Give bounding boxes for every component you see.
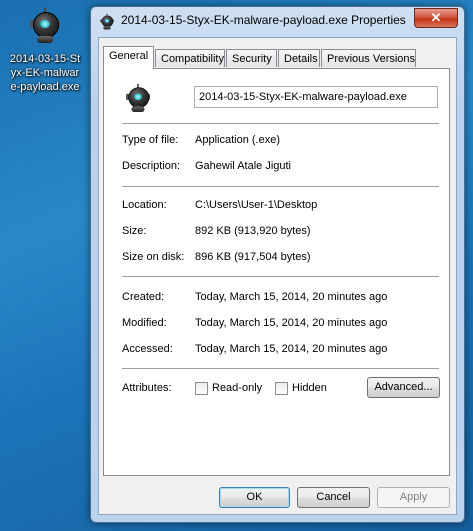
readonly-label[interactable]: Read-only xyxy=(212,382,262,394)
filename-field[interactable] xyxy=(194,86,438,108)
divider xyxy=(122,186,439,187)
accessed-label: Accessed: xyxy=(122,343,173,355)
size-on-disk-value: 896 KB (917,504 bytes) xyxy=(195,251,311,263)
cancel-button[interactable]: Cancel xyxy=(297,487,370,508)
robot-app-icon xyxy=(122,84,154,116)
tab-security[interactable]: Security xyxy=(226,49,277,67)
tab-previous-versions[interactable]: Previous Versions xyxy=(321,49,416,67)
created-value: Today, March 15, 2014, 20 minutes ago xyxy=(195,291,388,303)
modified-label: Modified: xyxy=(122,317,167,329)
readonly-checkbox[interactable] xyxy=(195,382,208,395)
modified-value: Today, March 15, 2014, 20 minutes ago xyxy=(195,317,388,329)
tab-details[interactable]: Details xyxy=(278,49,320,67)
desktop-file-icon[interactable]: 2014-03-15-Styx-EK-malware-payload.exe xyxy=(2,8,88,94)
type-value: Application (.exe) xyxy=(195,134,280,146)
properties-window: 2014-03-15-Styx-EK-malware-payload.exe P… xyxy=(90,6,465,523)
attributes-label: Attributes: xyxy=(122,382,172,394)
location-label: Location: xyxy=(122,199,167,211)
desktop-file-label: 2014-03-15-Styx-EK-malware-payload.exe xyxy=(9,53,81,93)
description-label: Description: xyxy=(122,160,181,172)
location-value: C:\Users\User-1\Desktop xyxy=(195,199,318,211)
accessed-value: Today, March 15, 2014, 20 minutes ago xyxy=(195,343,388,355)
hidden-checkbox[interactable] xyxy=(275,382,288,395)
advanced-button[interactable]: Advanced... xyxy=(367,377,440,398)
description-value: Gahewil Atale Jiguti xyxy=(195,160,291,172)
ok-button[interactable]: OK xyxy=(219,487,290,508)
robot-app-icon xyxy=(25,8,65,48)
robot-app-icon xyxy=(99,12,115,30)
divider xyxy=(122,276,439,277)
divider xyxy=(122,123,439,124)
type-label: Type of file: xyxy=(122,134,179,146)
tab-general[interactable]: General xyxy=(103,46,154,69)
apply-button[interactable]: Apply xyxy=(377,487,450,508)
window-title: 2014-03-15-Styx-EK-malware-payload.exe P… xyxy=(121,13,406,27)
close-icon: ✕ xyxy=(430,10,442,25)
tab-compatibility[interactable]: Compatibility xyxy=(155,49,225,67)
size-on-disk-label: Size on disk: xyxy=(122,251,185,263)
created-label: Created: xyxy=(122,291,165,303)
size-label: Size: xyxy=(122,225,147,237)
size-value: 892 KB (913,920 bytes) xyxy=(195,225,311,237)
divider xyxy=(122,368,439,369)
dialog-client: General Compatibility Security Details P… xyxy=(98,37,457,515)
title-bar[interactable]: 2014-03-15-Styx-EK-malware-payload.exe P… xyxy=(91,7,464,35)
close-button[interactable]: ✕ xyxy=(414,8,458,28)
general-panel: Type of file: Application (.exe) Descrip… xyxy=(103,68,450,476)
hidden-label[interactable]: Hidden xyxy=(292,382,327,394)
